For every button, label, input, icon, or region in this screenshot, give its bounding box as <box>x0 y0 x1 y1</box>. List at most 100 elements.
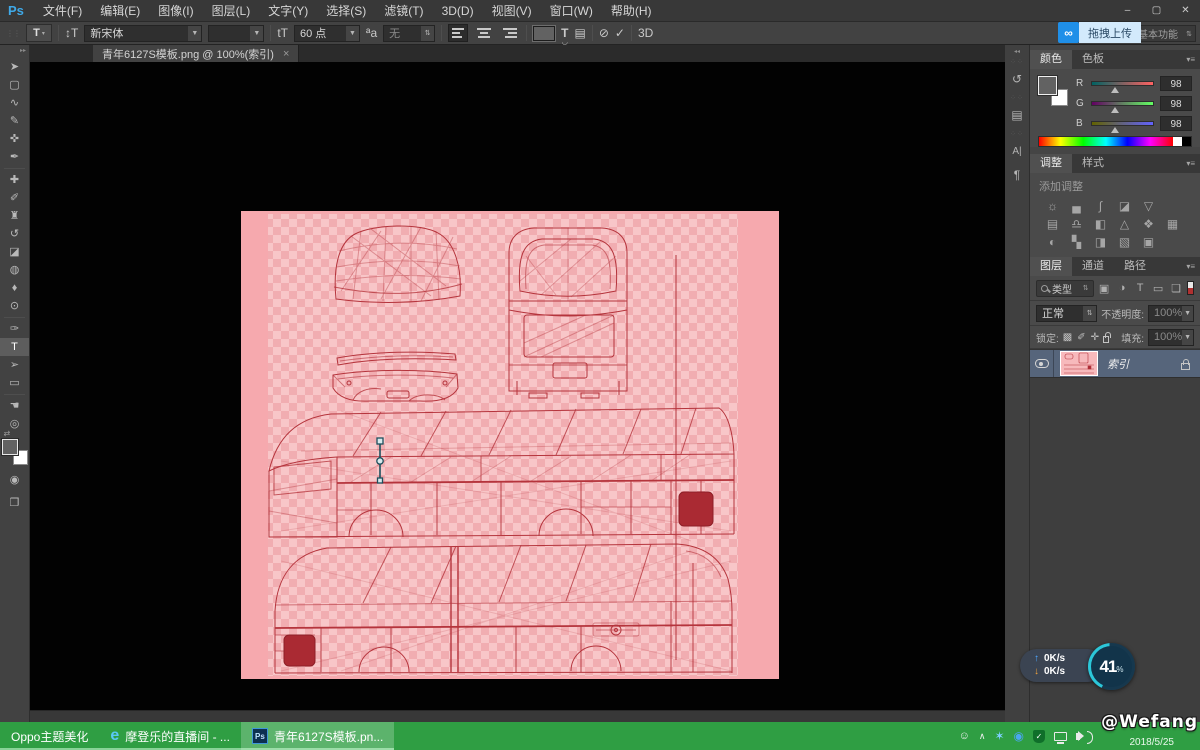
tool-paint-bucket[interactable]: ◍ <box>0 261 29 279</box>
network-speed-widget[interactable]: ↑0K/s ↓0K/s 41 % <box>1020 643 1140 691</box>
menu-view[interactable]: 视图(V) <box>483 2 541 19</box>
task-photoshop[interactable]: Ps青年6127S模板.pn... <box>241 722 394 750</box>
lock-position-icon[interactable]: ✛ <box>1091 332 1099 343</box>
dock-collapse[interactable]: ◂◂ <box>1005 45 1029 55</box>
properties-panel-icon[interactable]: ▤ <box>1005 103 1029 127</box>
tool-pen[interactable]: ✑ <box>0 320 29 338</box>
adjustment-levels-icon[interactable]: ▄ <box>1069 199 1084 213</box>
tool-clone-stamp[interactable]: ♜ <box>0 207 29 225</box>
people-icon[interactable]: ☺ <box>959 730 970 742</box>
foreground-color-swatch[interactable] <box>2 439 18 455</box>
align-right-button[interactable] <box>500 24 520 42</box>
filter-smart-object-icon[interactable]: ❏ <box>1170 282 1183 295</box>
lock-image-pixels-icon[interactable]: ✐ <box>1077 332 1085 343</box>
commit-edits-icon[interactable]: ✓ <box>615 24 625 42</box>
character-panel-icon[interactable]: A| <box>1005 139 1029 163</box>
adjustment-selective-color-icon[interactable]: ▣ <box>1141 235 1156 249</box>
tool-crop[interactable]: ✜ <box>0 130 29 148</box>
align-center-button[interactable] <box>474 24 494 42</box>
tab-layers[interactable]: 图层 <box>1030 257 1072 276</box>
fill-select[interactable]: 100% ▼ <box>1148 329 1194 346</box>
toolbar-collapse[interactable]: ▸▸ <box>0 45 29 58</box>
filter-adjustment-icon[interactable]: ◑ <box>1116 282 1129 294</box>
document-canvas[interactable] <box>241 211 779 679</box>
adjustment-invert-icon[interactable]: ◐ <box>1045 235 1060 249</box>
tool-blur[interactable]: ♦ <box>0 279 29 297</box>
lock-all-icon[interactable] <box>1103 336 1109 343</box>
current-tool-badge[interactable]: T ▾ <box>26 24 52 42</box>
menu-type[interactable]: 文字(Y) <box>259 2 317 19</box>
speaker-icon[interactable] <box>1076 733 1080 740</box>
slider-thumb-icon[interactable] <box>1111 107 1119 113</box>
menu-edit[interactable]: 编辑(E) <box>91 2 149 19</box>
menu-file[interactable]: 文件(F) <box>34 2 91 19</box>
channel-b-slider[interactable] <box>1091 121 1154 126</box>
adjustment-black-white-icon[interactable]: ◧ <box>1093 217 1108 231</box>
blend-mode-select[interactable]: 正常 ⇅ <box>1036 305 1097 322</box>
tool-move[interactable]: ➤ <box>0 58 29 76</box>
lock-transparent-pixels-icon[interactable]: ▩ <box>1063 332 1072 343</box>
adjustment-hue-saturation-icon[interactable]: ▤ <box>1045 217 1060 231</box>
task-oppo-theme[interactable]: Oppo主题美化 <box>0 722 99 750</box>
menu-window[interactable]: 窗口(W) <box>541 2 602 19</box>
workspace-select[interactable]: 基本功能 ⇅ <box>1134 25 1196 42</box>
font-family-select[interactable]: 新宋体 ▼ <box>84 25 202 42</box>
slider-thumb-icon[interactable] <box>1111 127 1119 133</box>
tool-history-brush[interactable]: ↺ <box>0 225 29 243</box>
adjustment-posterize-icon[interactable]: ▚ <box>1069 235 1084 249</box>
tool-hand[interactable]: ☚ <box>0 397 29 415</box>
3d-button[interactable]: 3D <box>638 24 653 42</box>
tool-eyedropper[interactable]: ✒ <box>0 148 29 166</box>
tool-path-selection[interactable]: ➢ <box>0 356 29 374</box>
tab-paths[interactable]: 路径 <box>1114 257 1156 276</box>
anti-alias-select[interactable]: 无 ⇅ <box>383 25 435 42</box>
tool-eraser[interactable]: ◪ <box>0 243 29 261</box>
tab-swatches[interactable]: 色板 <box>1072 50 1114 69</box>
adjustment-gradient-map-icon[interactable]: ▧ <box>1117 235 1132 249</box>
text-color-swatch[interactable] <box>533 26 555 41</box>
channel-r-slider[interactable] <box>1091 81 1154 86</box>
paragraph-panel-icon[interactable]: ¶ <box>1005 163 1029 187</box>
toggle-panels-icon[interactable]: ▤ <box>574 24 585 42</box>
tab-color[interactable]: 颜色 <box>1030 50 1072 69</box>
panel-menu-icon[interactable]: ▾≡ <box>1186 154 1200 173</box>
spectrum-gradient[interactable] <box>1039 137 1173 146</box>
tab-channels[interactable]: 通道 <box>1072 257 1114 276</box>
adjustment-channel-mixer-icon[interactable]: ❖ <box>1141 217 1156 231</box>
layer-filter-toggle[interactable] <box>1187 281 1194 295</box>
adjustment-curves-icon[interactable]: ∫ <box>1093 199 1108 213</box>
adjustment-exposure-icon[interactable]: ◪ <box>1117 199 1132 213</box>
menu-layer[interactable]: 图层(L) <box>203 2 260 19</box>
warp-text-icon[interactable]: T <box>561 26 568 40</box>
adjustment-threshold-icon[interactable]: ◨ <box>1093 235 1108 249</box>
panel-menu-icon[interactable]: ▾≡ <box>1186 50 1200 69</box>
screen-mode-button[interactable]: ❐ <box>0 493 29 511</box>
menu-select[interactable]: 选择(S) <box>317 2 375 19</box>
filter-pixel-icon[interactable]: ▣ <box>1098 282 1111 295</box>
tab-styles[interactable]: 样式 <box>1072 154 1114 173</box>
progress-ring[interactable]: 41 % <box>1088 643 1135 690</box>
tool-quick-selection[interactable]: ✎ <box>0 112 29 130</box>
tool-brush[interactable]: ✐ <box>0 189 29 207</box>
document-tab[interactable]: 青年6127S模板.png @ 100%(索引) × <box>93 45 299 62</box>
tab-adjustments[interactable]: 调整 <box>1030 154 1072 173</box>
tool-marquee[interactable]: ▢ <box>0 76 29 94</box>
adjustment-color-balance-icon[interactable]: ♎ <box>1069 217 1084 231</box>
font-size-select[interactable]: 60 点 ▼ <box>294 25 360 42</box>
channel-value[interactable]: 98 <box>1160 96 1192 111</box>
tool-shape[interactable]: ▭ <box>0 374 29 392</box>
swap-colors-icon[interactable]: ⇄ <box>4 429 30 438</box>
maximize-button[interactable]: ▢ <box>1142 0 1171 22</box>
spectrum-black-swatch[interactable] <box>1182 137 1191 146</box>
channel-g-slider[interactable] <box>1091 101 1154 106</box>
canvas-pasteboard[interactable] <box>30 62 1005 710</box>
security-shield-icon[interactable]: ✓ <box>1033 730 1045 743</box>
cancel-edits-icon[interactable]: ⊘ <box>599 24 609 42</box>
layer-thumbnail[interactable] <box>1060 351 1098 376</box>
adjustment-photo-filter-icon[interactable]: △ <box>1117 217 1132 231</box>
filter-shape-icon[interactable]: ▭ <box>1152 282 1165 295</box>
tool-type[interactable]: T <box>0 338 29 356</box>
channel-value[interactable]: 98 <box>1160 76 1192 91</box>
adjustment-brightness-contrast-icon[interactable]: ☼ <box>1045 199 1060 213</box>
opacity-select[interactable]: 100% ▼ <box>1148 305 1194 322</box>
